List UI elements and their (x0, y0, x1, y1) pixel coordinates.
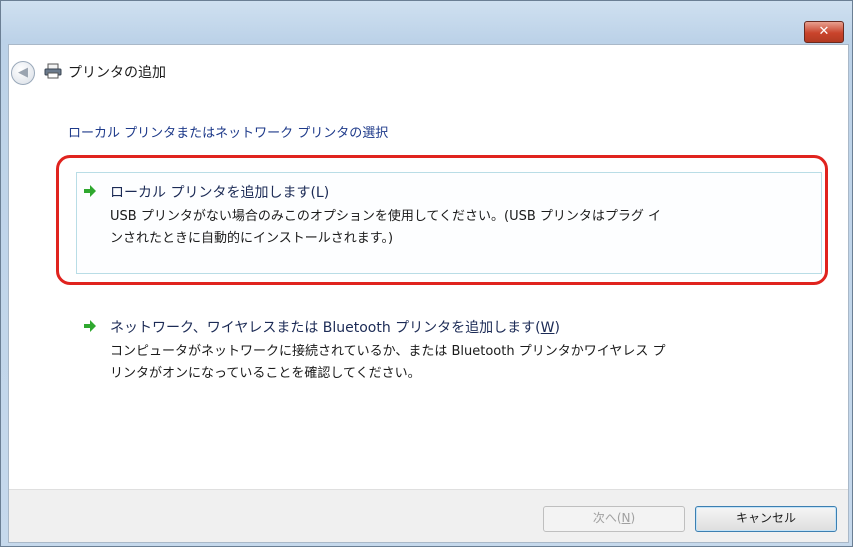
next-suffix: ) (630, 511, 636, 525)
close-icon: ✕ (818, 24, 830, 39)
window-title: プリンタの追加 (68, 65, 166, 81)
cancel-button[interactable]: キャンセル (695, 506, 837, 532)
add-network-printer-desc-line2: リンタがオンになっていることを確認してください。 (110, 366, 421, 381)
next-button[interactable]: 次へ(N) (543, 506, 685, 532)
green-arrow-icon (84, 320, 96, 332)
title-suffix: ) (554, 320, 560, 336)
button-bar: 次へ(N) キャンセル (9, 489, 848, 542)
add-network-printer-title: ネットワーク、ワイヤレスまたは Bluetooth プリンタを追加します( (110, 320, 541, 336)
red-highlight-annotation (56, 155, 828, 285)
next-label: 次へ( (592, 511, 622, 525)
add-network-printer-option[interactable]: ネットワーク、ワイヤレスまたは Bluetooth プリンタを追加します(W) (110, 317, 560, 337)
access-key: W (540, 320, 555, 336)
add-network-printer-desc-line1: コンピュータがネットワークに接続されているか、または Bluetooth プリン… (110, 344, 666, 359)
back-arrow-icon: ◀ (18, 65, 28, 80)
back-button[interactable]: ◀ (11, 61, 35, 85)
page-heading: ローカル プリンタまたはネットワーク プリンタの選択 (68, 126, 389, 141)
printer-icon (44, 63, 62, 79)
wizard-content (8, 44, 849, 543)
close-button[interactable]: ✕ (804, 21, 844, 43)
